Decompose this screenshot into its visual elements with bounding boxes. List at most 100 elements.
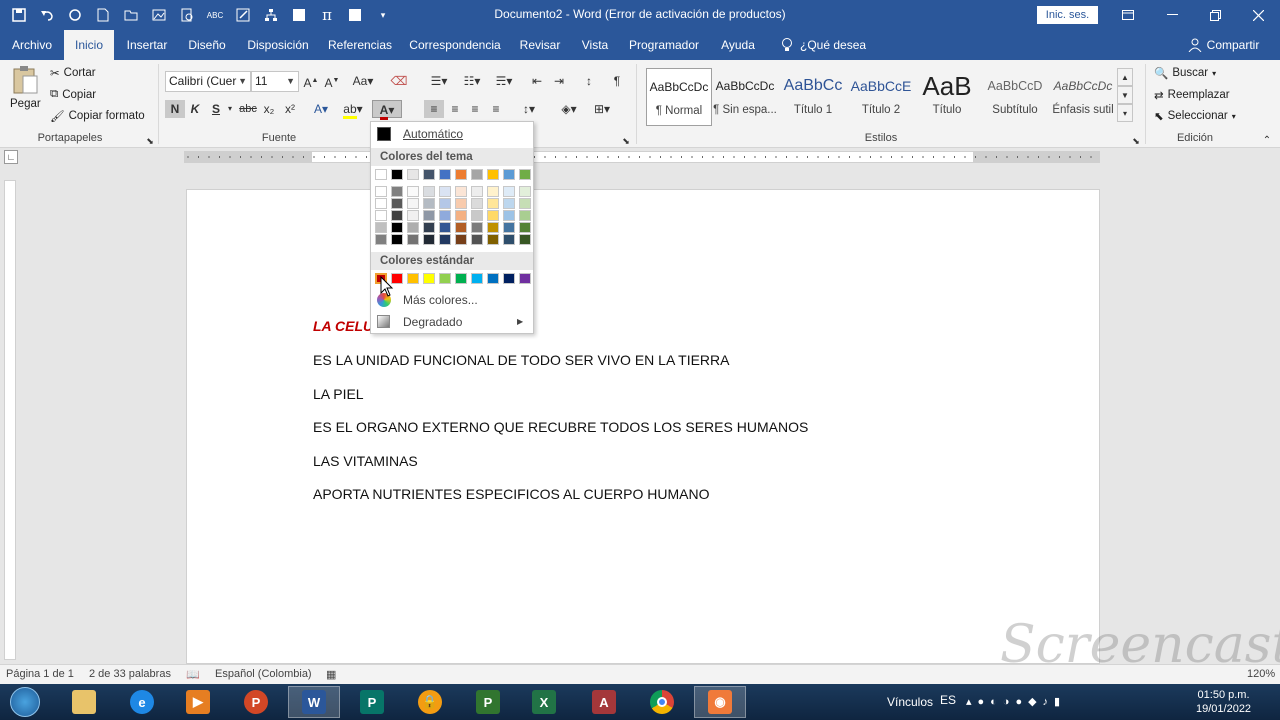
proofing-icon[interactable]: 📖 xyxy=(186,668,200,681)
align-center-icon[interactable]: ≡ xyxy=(446,100,464,118)
color-swatch[interactable] xyxy=(471,186,483,197)
taskbar-screencast[interactable]: ◉ xyxy=(694,686,746,718)
color-swatch[interactable] xyxy=(519,198,531,209)
color-swatch[interactable] xyxy=(439,234,451,245)
style-no-spacing[interactable]: AaBbCcDc ¶ Sin espa... xyxy=(712,68,778,126)
numbering-icon[interactable]: ☷▾ xyxy=(458,72,486,90)
styles-scroll-down[interactable]: ▼ xyxy=(1117,86,1133,104)
color-swatch[interactable] xyxy=(407,234,419,245)
taskbar-keepass[interactable]: 🔒 xyxy=(404,686,456,718)
color-swatch[interactable] xyxy=(487,222,499,233)
tray-icons[interactable]: ▴●◐◑●◆♪▮ xyxy=(966,684,1066,720)
color-swatch[interactable] xyxy=(487,169,499,180)
tab-referencias[interactable]: Referencias xyxy=(324,30,396,60)
tab-diseno[interactable]: Diseño xyxy=(182,30,232,60)
color-swatch[interactable] xyxy=(519,234,531,245)
bold-button[interactable]: N xyxy=(165,100,185,118)
automatic-color-item[interactable]: Automático xyxy=(371,123,533,145)
align-right-icon[interactable]: ≡ xyxy=(466,100,484,118)
justify-icon[interactable]: ≡ xyxy=(487,100,505,118)
start-button[interactable] xyxy=(0,686,50,718)
share-button[interactable]: Compartir xyxy=(1204,30,1262,60)
taskbar-explorer[interactable] xyxy=(58,686,110,718)
doc-line-3[interactable]: LA PIEL xyxy=(313,386,364,402)
tab-archivo[interactable]: Archivo xyxy=(4,30,60,60)
grow-font-icon[interactable]: A▲ xyxy=(303,72,319,90)
underline-button[interactable]: S xyxy=(207,100,225,118)
color-swatch[interactable] xyxy=(391,222,403,233)
word-count[interactable]: 2 de 33 palabras xyxy=(89,668,171,680)
color-swatch[interactable] xyxy=(503,234,515,245)
paste-button[interactable]: Pegar xyxy=(10,66,41,110)
macro-icon[interactable]: ▦ xyxy=(326,668,336,681)
vertical-ruler[interactable] xyxy=(4,180,16,660)
bullets-icon[interactable]: ☰▾ xyxy=(425,72,453,90)
styles-more[interactable]: ▾ xyxy=(1117,104,1133,122)
italic-button[interactable]: K xyxy=(186,100,204,118)
color-swatch[interactable] xyxy=(487,234,499,245)
style-heading-1[interactable]: AaBbCc Título 1 xyxy=(780,68,846,126)
style-subtle-emphasis[interactable]: AaBbCcDc Énfasis sutil xyxy=(1050,68,1116,126)
color-swatch[interactable] xyxy=(391,169,403,180)
color-swatch[interactable] xyxy=(519,186,531,197)
color-swatch[interactable] xyxy=(391,198,403,209)
color-swatch[interactable] xyxy=(439,210,451,221)
color-swatch[interactable] xyxy=(391,210,403,221)
chevron-down-icon[interactable]: ▾ xyxy=(225,100,235,118)
cut-button[interactable]: ✂ Cortar xyxy=(50,66,96,80)
color-swatch[interactable] xyxy=(503,210,515,221)
sort-icon[interactable]: ↕ xyxy=(580,72,598,90)
color-swatch[interactable] xyxy=(423,234,435,245)
taskbar-powerpoint[interactable]: P xyxy=(230,686,282,718)
color-swatch[interactable] xyxy=(503,198,515,209)
color-swatch[interactable] xyxy=(407,222,419,233)
tab-programador[interactable]: Programador xyxy=(624,30,704,60)
style-subtitle[interactable]: AaBbCcD Subtítulo xyxy=(982,68,1048,126)
color-swatch[interactable] xyxy=(375,234,387,245)
line-spacing-icon[interactable]: ↕▾ xyxy=(515,100,543,118)
pilcrow-icon[interactable]: ¶ xyxy=(608,72,626,90)
color-swatch[interactable] xyxy=(487,273,499,284)
select-button[interactable]: ⬉ Seleccionar ▾ xyxy=(1154,109,1236,123)
highlight-icon[interactable]: ab▾ xyxy=(340,100,366,119)
color-swatch[interactable] xyxy=(423,273,435,284)
color-swatch[interactable] xyxy=(439,222,451,233)
color-swatch[interactable] xyxy=(423,198,435,209)
color-swatch[interactable] xyxy=(407,273,419,284)
multilevel-list-icon[interactable]: ☴▾ xyxy=(490,72,518,90)
color-swatch[interactable] xyxy=(455,273,467,284)
more-colors-item[interactable]: Más colores... xyxy=(371,289,533,311)
color-swatch[interactable] xyxy=(423,186,435,197)
tell-me-search[interactable]: ¿Qué desea hacer? xyxy=(800,30,904,82)
taskbar-media[interactable]: ▶ xyxy=(172,686,224,718)
format-painter-button[interactable]: 🖌 Copiar formato xyxy=(50,109,145,123)
color-swatch[interactable] xyxy=(375,210,387,221)
color-swatch[interactable] xyxy=(471,210,483,221)
color-swatch[interactable] xyxy=(471,222,483,233)
minimize-icon[interactable] xyxy=(1150,0,1194,30)
style-title[interactable]: AaB Título xyxy=(914,68,980,126)
color-swatch[interactable] xyxy=(423,169,435,180)
tab-inicio[interactable]: Inicio xyxy=(64,30,114,60)
font-color-button[interactable]: A▾ xyxy=(372,100,402,120)
taskbar-chrome[interactable] xyxy=(636,686,688,718)
gradient-item[interactable]: Degradado ▶ xyxy=(371,311,533,333)
color-swatch[interactable] xyxy=(487,210,499,221)
tab-insertar[interactable]: Insertar xyxy=(120,30,174,60)
superscript-button[interactable]: x² xyxy=(281,100,299,118)
doc-line-6[interactable]: APORTA NUTRIENTES ESPECIFICOS AL CUERPO … xyxy=(313,486,709,502)
clear-formatting-icon[interactable]: ⌫ xyxy=(390,72,408,90)
color-swatch[interactable] xyxy=(471,234,483,245)
color-swatch[interactable] xyxy=(455,169,467,180)
decrease-indent-icon[interactable]: ⇤ xyxy=(528,72,546,90)
color-swatch[interactable] xyxy=(439,198,451,209)
font-size-combo[interactable]: 11 ▼ xyxy=(251,71,299,92)
color-swatch[interactable] xyxy=(519,210,531,221)
taskbar-word[interactable]: W xyxy=(288,686,340,718)
text-effects-icon[interactable]: A▾ xyxy=(308,100,334,118)
color-swatch[interactable] xyxy=(423,210,435,221)
taskbar-access[interactable]: A xyxy=(578,686,630,718)
color-swatch[interactable] xyxy=(519,222,531,233)
color-swatch[interactable] xyxy=(375,169,387,180)
tab-correspondencia[interactable]: Correspondencia xyxy=(406,30,504,60)
